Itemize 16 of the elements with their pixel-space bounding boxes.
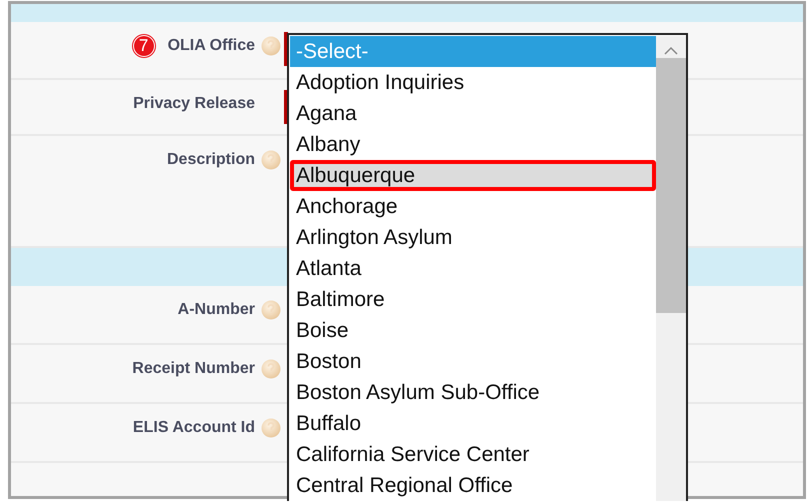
dropdown-option[interactable]: Albuquerque (294, 164, 652, 187)
scroll-thumb[interactable] (656, 58, 686, 313)
help-icon[interactable] (261, 36, 281, 56)
help-icon[interactable] (261, 150, 281, 170)
field-label: Description (166, 151, 255, 169)
field-label: Privacy Release (133, 95, 255, 113)
help-icon[interactable] (261, 300, 281, 320)
help-icon[interactable] (261, 359, 281, 379)
help-icon[interactable] (261, 418, 281, 438)
field-label: A-Number (178, 301, 255, 319)
field-label: ELIS Account Id (132, 419, 255, 437)
field-label: Receipt Number (132, 360, 255, 378)
field-label: OLIA Office (168, 37, 255, 55)
scrollbar[interactable] (656, 36, 686, 501)
step-number: 7 (134, 36, 154, 56)
scroll-up-icon[interactable] (663, 46, 679, 56)
